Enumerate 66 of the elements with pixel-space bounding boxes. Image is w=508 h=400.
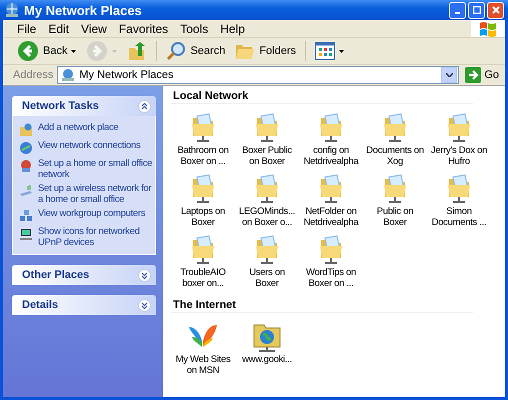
expand-chevron-icon[interactable]	[138, 268, 151, 282]
item-label: Public on Boxer	[376, 206, 414, 228]
menu-item[interactable]: Favorites	[118, 22, 168, 36]
item-label: LEGOMinds... on Boxer o...	[238, 206, 296, 228]
task-link[interactable]: Show icons for networked UPnP devices	[38, 226, 153, 248]
panel-header[interactable]: Details	[12, 295, 156, 315]
maximize-icon	[472, 6, 480, 14]
minimize-button[interactable]	[449, 2, 466, 18]
panel-title: Other Places	[22, 269, 90, 281]
task-link[interactable]: Add a network place	[38, 122, 118, 133]
item-label: Users on Boxer	[249, 267, 285, 289]
item-label: My Web Sites on MSN	[176, 354, 230, 376]
menu-item[interactable]: File	[17, 22, 36, 36]
expand-chevron-icon[interactable]	[138, 298, 151, 312]
wireless-device-icon	[19, 184, 33, 198]
menu-item[interactable]: Help	[220, 22, 245, 36]
close-icon	[492, 6, 500, 14]
address-field[interactable]: My Network Places	[57, 66, 460, 84]
menu-item[interactable]: Edit	[48, 22, 70, 36]
panel-title: Network Tasks	[22, 100, 99, 112]
computers-icon	[19, 209, 33, 223]
monitor-icon	[19, 227, 33, 241]
search-icon	[166, 41, 186, 61]
item-label: Jerry's Dox on Hufro	[430, 145, 488, 167]
menu-item[interactable]: View	[81, 22, 107, 36]
dropdown-caret-icon	[112, 50, 118, 52]
item-label: Laptops on Boxer	[180, 206, 225, 228]
item-label: Bathroom on Boxer on ...	[177, 145, 229, 167]
task-link[interactable]: Set up a wireless network for a home or small office	[38, 183, 153, 205]
views-grid-icon	[315, 42, 336, 60]
go-arrow-icon	[465, 67, 482, 83]
task-link[interactable]: View workgroup computers	[38, 208, 146, 219]
dropdown-button[interactable]	[441, 67, 458, 83]
address-label: Address	[13, 69, 54, 81]
folders-icon	[235, 42, 256, 60]
folders-button[interactable]: Folders	[231, 41, 300, 61]
task-link[interactable]: Set up a home or small office network	[38, 158, 153, 180]
back-button[interactable]: Back	[13, 39, 80, 63]
panel-header[interactable]: Network Tasks	[12, 96, 156, 116]
item-label: NetFolder on Netdrivealpha	[304, 206, 358, 228]
item-label: WordTips on Boxer on ...	[306, 267, 356, 289]
item-label: Simon Documents ...	[432, 206, 486, 228]
close-button[interactable]	[487, 2, 504, 18]
chevron-down-icon	[446, 73, 453, 77]
globe-icon	[19, 141, 33, 155]
dropdown-caret-icon	[71, 50, 76, 52]
item-label: www.gooki...	[242, 354, 292, 365]
item-label: config on Netdrivealpha	[304, 145, 358, 167]
group-heading: Local Network	[171, 90, 473, 104]
item-label: TroubleAIO boxer on...	[180, 267, 226, 289]
window-title: My Network Places	[24, 2, 143, 18]
folder-up-arrow-icon	[127, 41, 148, 61]
menu-item[interactable]: Tools	[180, 22, 208, 36]
dropdown-caret-icon	[339, 50, 344, 52]
search-button[interactable]: Search	[162, 40, 230, 62]
panel-title: Details	[22, 299, 58, 311]
task-link[interactable]: View network connections	[38, 140, 140, 151]
item-label: Documents on Xog	[366, 145, 424, 167]
item-label: Boxer Public on Boxer	[242, 145, 292, 167]
go-button[interactable]: Go	[463, 67, 501, 83]
group-heading: The Internet	[171, 299, 473, 313]
folder-globe-icon	[19, 123, 33, 137]
windows-flag-icon	[471, 20, 505, 37]
maximize-button[interactable]	[468, 2, 485, 18]
collapse-chevron-icon[interactable]	[138, 100, 151, 112]
panel-header[interactable]: Other Places	[12, 265, 156, 285]
